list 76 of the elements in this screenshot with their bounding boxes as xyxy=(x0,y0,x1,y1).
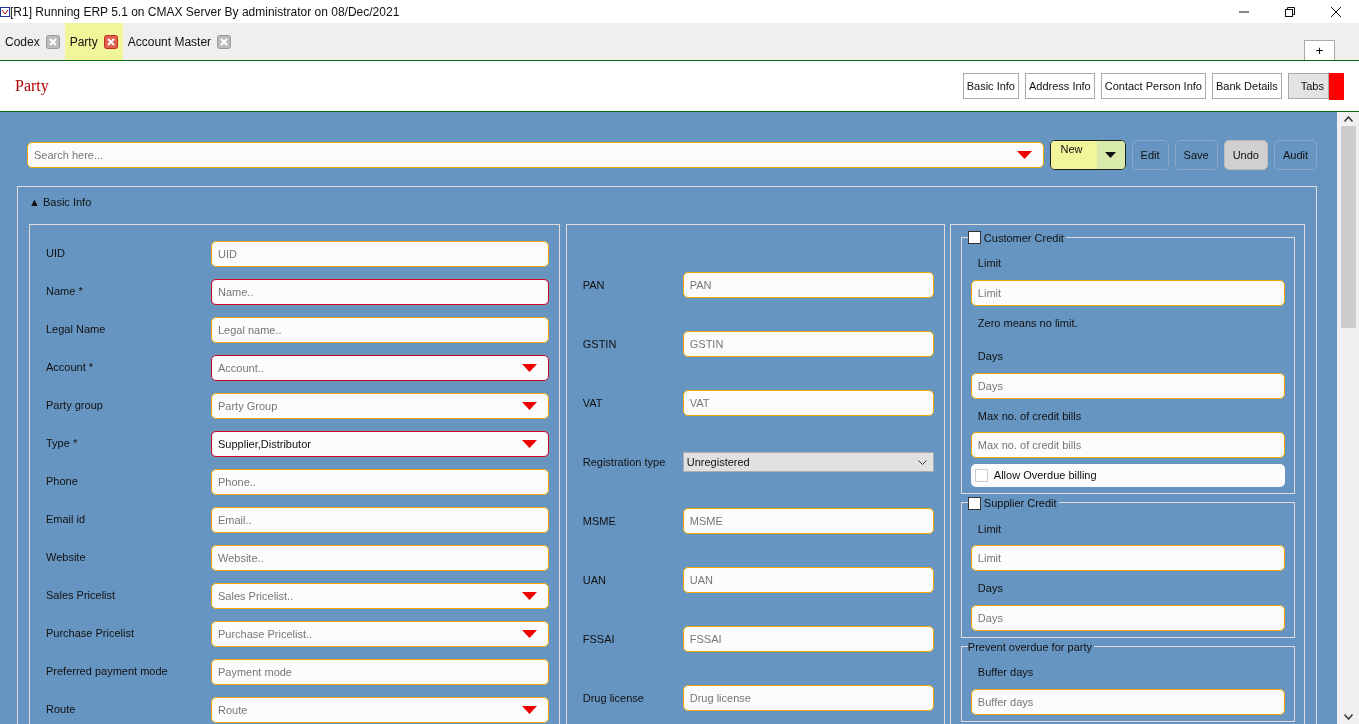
field-label: Drug license xyxy=(582,690,645,706)
field-label: Days xyxy=(976,581,1004,596)
field-label: Zero means no limit. xyxy=(976,315,1079,331)
field-label: Route xyxy=(46,702,77,718)
field-label: Phone xyxy=(46,474,79,490)
input-field[interactable]: Email.. xyxy=(211,506,549,533)
field-label: Days xyxy=(976,349,1004,364)
input-field[interactable]: Phone.. xyxy=(211,468,549,495)
dropdown-field[interactable]: Account.. xyxy=(211,354,549,381)
field-label: Purchase Pricelist xyxy=(46,626,136,642)
input-field[interactable]: Limit xyxy=(970,279,1285,306)
input-field[interactable]: GSTIN xyxy=(682,331,934,357)
field-label: UAN xyxy=(582,572,607,588)
field-label: Preferred payment mode xyxy=(46,664,169,680)
add-tab-button[interactable]: + xyxy=(1304,40,1335,60)
field-label: MSME xyxy=(582,513,617,529)
field-label: VAT xyxy=(582,395,604,411)
dropdown-field[interactable]: Purchase Pricelist.. xyxy=(211,620,549,647)
field-label: Type * xyxy=(46,436,79,452)
input-field[interactable]: UID xyxy=(211,240,549,267)
field-label: Website xyxy=(46,550,87,566)
toolbar-button[interactable]: Save xyxy=(1174,140,1218,170)
field-label: GSTIN xyxy=(582,336,618,352)
dropdown-field[interactable]: Route xyxy=(211,696,549,723)
field-label: Email id xyxy=(46,512,87,528)
group-title: Supplier Credit xyxy=(983,496,1057,511)
input-field[interactable]: Name.. xyxy=(211,278,549,305)
search-field[interactable]: Search here... xyxy=(27,142,1044,168)
input-field[interactable]: Days xyxy=(970,372,1285,399)
section-nav-button[interactable]: Tabs xyxy=(1287,72,1329,100)
field-label: Limit xyxy=(976,256,1003,271)
field-label: Account * xyxy=(46,360,95,376)
field-label: FSSAI xyxy=(582,631,616,647)
field-label: UID xyxy=(46,246,66,262)
input-field[interactable]: UAN xyxy=(682,567,934,593)
tab[interactable]: Codex xyxy=(0,23,65,60)
section-nav-button[interactable]: Contact Person Info xyxy=(1100,72,1206,100)
tab[interactable]: Party xyxy=(64,23,123,60)
input-field[interactable]: Limit xyxy=(970,545,1285,571)
section-nav-button[interactable]: Address Info xyxy=(1025,72,1095,100)
dropdown-field[interactable]: Party Group xyxy=(211,392,549,419)
input-field[interactable]: PAN xyxy=(682,272,934,298)
field-label: Max no. of credit bills xyxy=(976,408,1083,424)
tab[interactable]: Account Master xyxy=(122,23,237,60)
input-field[interactable]: Legal name.. xyxy=(211,316,549,343)
field-label: Legal Name xyxy=(46,322,107,338)
field-label: Party group xyxy=(46,398,104,414)
input-field[interactable]: Website.. xyxy=(211,544,549,571)
group-title: Prevent overdue for party xyxy=(967,639,1092,655)
field-label: Sales Pricelist xyxy=(46,588,117,604)
group-title: Customer Credit xyxy=(983,230,1064,246)
toolbar-button[interactable]: Audit xyxy=(1273,140,1317,170)
dropdown-field[interactable]: Supplier,Distributor xyxy=(211,430,549,457)
input-field[interactable]: Max no. of credit bills xyxy=(970,432,1285,458)
field-label: Registration type xyxy=(582,454,667,470)
section-nav-button[interactable]: Basic Info xyxy=(962,72,1019,100)
field-label: Name * xyxy=(46,284,84,300)
page-title: Party xyxy=(15,76,49,97)
section-header[interactable]: ▲ Basic Info xyxy=(29,194,1305,211)
toolbar-button[interactable]: Edit xyxy=(1131,140,1169,170)
field-label: PAN xyxy=(582,277,606,293)
window-title: [R1] Running ERP 5.1 on CMAX Server By administrator on 08/Dec/2021 xyxy=(10,3,400,21)
input-field[interactable]: Buffer days xyxy=(970,688,1285,715)
checkbox-label: Allow Overdue billing xyxy=(993,468,1097,484)
dropdown-field[interactable]: Sales Pricelist.. xyxy=(211,582,549,609)
new-split-button[interactable]: New xyxy=(1049,140,1126,170)
input-field[interactable]: Payment mode xyxy=(211,658,549,685)
input-field[interactable]: Days xyxy=(970,604,1285,631)
input-field[interactable]: VAT xyxy=(682,390,934,416)
input-field[interactable]: FSSAI xyxy=(682,626,934,652)
input-field[interactable]: MSME xyxy=(682,508,934,534)
section-nav-button[interactable]: Bank Details xyxy=(1212,72,1282,100)
select-field[interactable]: Unregistered xyxy=(682,452,934,472)
input-field[interactable]: Drug license xyxy=(682,685,934,711)
field-label: Buffer days xyxy=(976,665,1035,680)
field-label: Limit xyxy=(976,521,1003,537)
